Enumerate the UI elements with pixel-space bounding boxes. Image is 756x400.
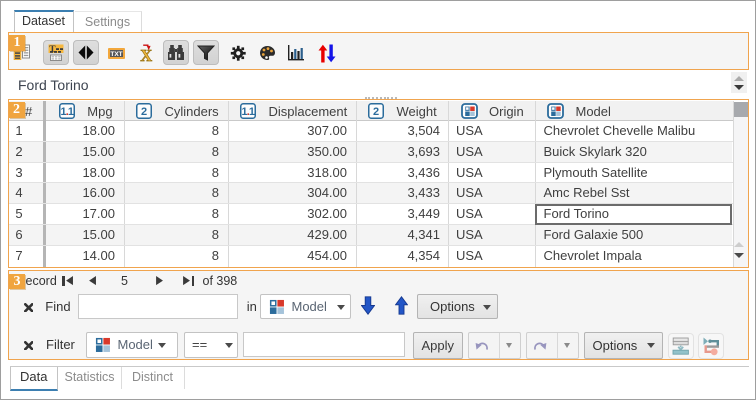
svg-text:TXT: TXT [110,51,122,58]
svg-text:1.1: 1.1 [241,106,254,118]
svg-text:1.1: 1.1 [60,106,73,118]
svg-text:X: X [140,46,152,62]
svg-text:2: 2 [373,106,379,118]
svg-text:T: T [49,45,56,55]
svg-text:2: 2 [141,106,147,118]
